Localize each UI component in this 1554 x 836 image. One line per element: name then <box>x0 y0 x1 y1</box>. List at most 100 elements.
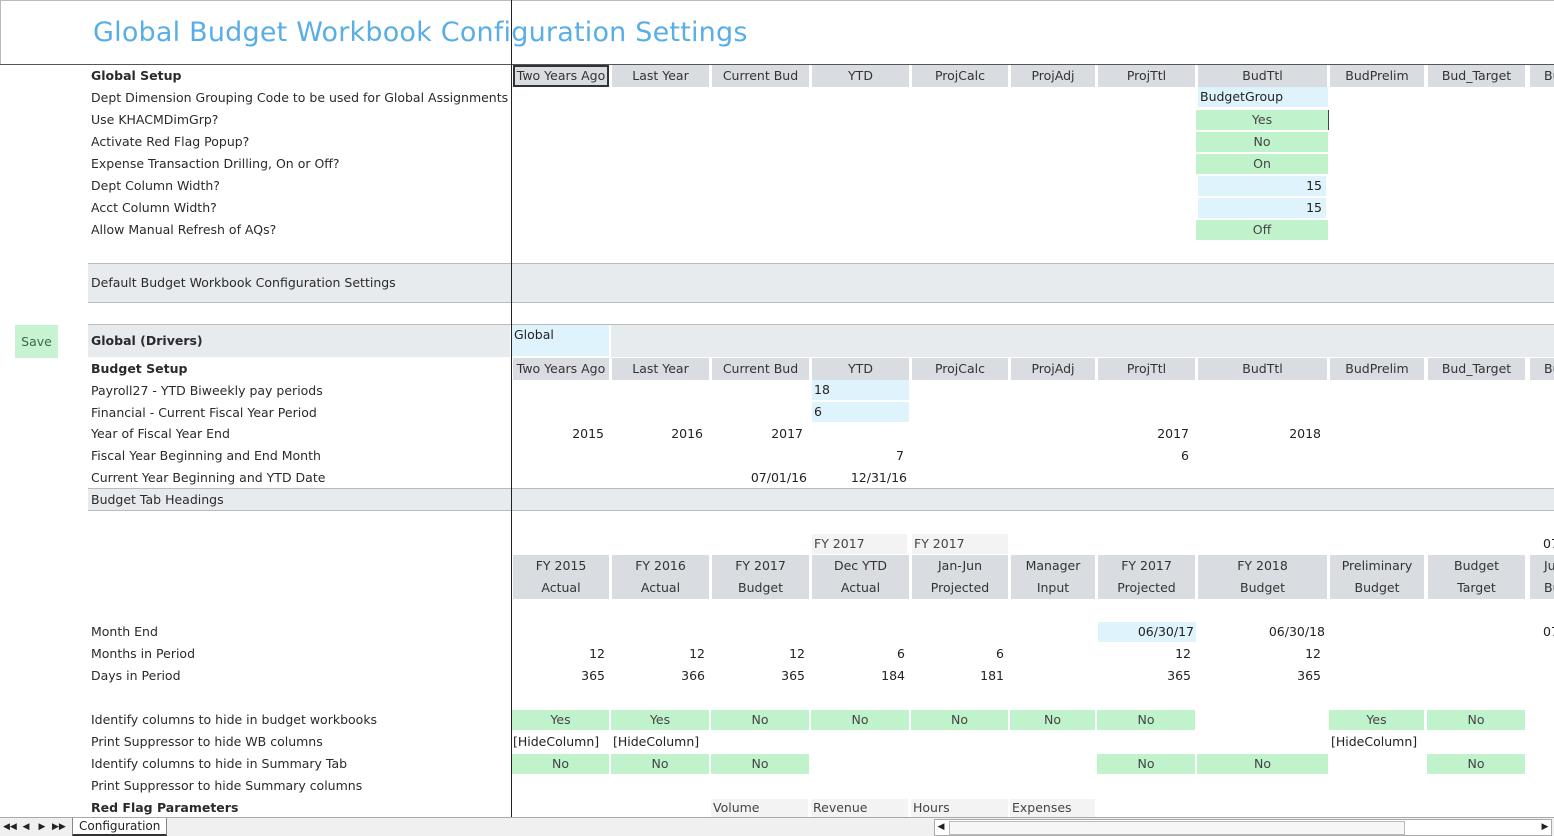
year-end-projttl: 2017 <box>1157 426 1189 441</box>
year-end-two-years-ago: 2015 <box>572 426 604 441</box>
dept-col-width-cell[interactable]: 15 <box>1198 176 1326 196</box>
col-header-budget-two-years-ago[interactable]: Two Years Ago <box>513 358 609 380</box>
hide-budget-projcalc[interactable]: No <box>911 710 1008 730</box>
begin-end-projttl: 6 <box>1181 448 1189 463</box>
col-header-last-year[interactable]: Last Year <box>612 65 709 87</box>
hide-budget-last-year[interactable]: Yes <box>611 710 709 730</box>
label-print-summary: Print Suppressor to hide Summary columns <box>91 778 363 793</box>
col-header-budttl[interactable]: BudTtl <box>1198 65 1327 87</box>
payroll27-ytd-cell[interactable]: 18 <box>812 380 909 400</box>
col-header-budget-last-year[interactable]: Last Year <box>612 358 709 380</box>
label-ytd-date: Current Year Beginning and YTD Date <box>91 470 326 485</box>
month-end-projttl[interactable]: 06/30/17 <box>1098 622 1196 642</box>
label-hide-budget: Identify columns to hide in budget workb… <box>91 712 378 727</box>
col-header-current-bud[interactable]: Current Bud <box>712 65 809 87</box>
col-header-budget-bu[interactable]: Bu <box>1530 358 1554 380</box>
left-border <box>0 0 1 64</box>
hide-budget-two-years-ago[interactable]: Yes <box>512 710 609 730</box>
col-header-projadj[interactable]: ProjAdj <box>1011 65 1095 87</box>
hide-budget-current-bud[interactable]: No <box>711 710 809 730</box>
col-header-bud-target[interactable]: Bud_Target <box>1428 65 1525 87</box>
red-flag-volume: Volume <box>711 799 808 817</box>
col-header-projcalc[interactable]: ProjCalc <box>912 65 1008 87</box>
budget-setup-heading: Budget Setup <box>91 361 188 376</box>
page-title: Global Budget Workbook Configuration Set… <box>93 17 748 48</box>
first-sheet-icon[interactable]: ◀◀ <box>3 820 17 834</box>
col-header-projttl[interactable]: ProjTtl <box>1098 65 1195 87</box>
label-fiscal-year-end: Year of Fiscal Year End <box>91 426 230 441</box>
months-in-period-last-year: 12 <box>689 646 705 661</box>
label-payroll27: Payroll27 - YTD Biweekly pay periods <box>91 383 323 398</box>
col-header-ytd[interactable]: YTD <box>812 65 909 87</box>
col-header-budget-ytd[interactable]: YTD <box>812 358 909 380</box>
hide-budget-ytd[interactable]: No <box>811 710 909 730</box>
tab-headings-band <box>88 489 1554 511</box>
days-in-period-two-years-ago: 365 <box>581 668 605 683</box>
col-header-bu[interactable]: Bu <box>1530 65 1554 87</box>
print-wb-last-year: [HideColumn] <box>613 734 700 749</box>
manual-refresh-cell[interactable]: Off <box>1196 220 1328 240</box>
col-header-budget-projadj[interactable]: ProjAdj <box>1011 358 1095 380</box>
expense-drilling-cell[interactable]: On <box>1196 154 1328 174</box>
use-khacmdimgrp-cell[interactable]: Yes <box>1196 110 1329 130</box>
scroll-left-icon[interactable]: ◀ <box>935 820 947 835</box>
hide-summary-current-bud[interactable]: No <box>711 754 809 774</box>
print-wb-budprelim: [HideColumn] <box>1331 734 1418 749</box>
default-settings-label: Default Budget Workbook Configuration Se… <box>91 275 396 290</box>
hide-budget-projttl[interactable]: No <box>1097 710 1195 730</box>
budgetgroup-cell[interactable]: BudgetGroup <box>1198 87 1328 107</box>
next-sheet-icon[interactable]: ▶ <box>36 820 48 834</box>
horizontal-scrollbar[interactable]: ◀ ▶ <box>934 819 1552 836</box>
top-border <box>0 0 1554 1</box>
scroll-right-icon[interactable]: ▶ <box>1539 820 1551 835</box>
hide-budget-budprelim[interactable]: Yes <box>1329 710 1424 730</box>
label-month-end: Month End <box>91 624 158 639</box>
tab-heading-budttl-line2: Budget <box>1198 577 1327 599</box>
scroll-thumb[interactable] <box>949 821 1405 835</box>
red-flag-hours: Hours <box>911 799 1008 817</box>
red-flag-revenue: Revenue <box>811 799 908 817</box>
tab-heading-ytd-line1: Dec YTD <box>812 555 909 577</box>
months-in-period-ytd: 6 <box>897 646 905 661</box>
col-header-two-years-ago[interactable]: Two Years Ago <box>513 65 609 87</box>
hide-budget-projadj[interactable]: No <box>1010 710 1095 730</box>
col-header-budget-current-bud[interactable]: Current Bud <box>712 358 809 380</box>
financial-period-ytd-cell[interactable]: 6 <box>812 402 909 422</box>
band-bottom-line <box>88 302 1554 303</box>
days-in-period-last-year: 366 <box>681 668 705 683</box>
col-header-budget-bud-target[interactable]: Bud_Target <box>1428 358 1525 380</box>
col-header-budget-budprelim[interactable]: BudPrelim <box>1330 358 1424 380</box>
hide-summary-bud-target[interactable]: No <box>1427 754 1525 774</box>
prev-sheet-icon[interactable]: ◀ <box>20 820 32 834</box>
col-header-budget-projttl[interactable]: ProjTtl <box>1098 358 1195 380</box>
band-top-line <box>88 263 1554 264</box>
months-in-period-projcalc: 6 <box>996 646 1004 661</box>
hide-budget-bud-target[interactable]: No <box>1427 710 1525 730</box>
acct-col-width-cell[interactable]: 15 <box>1198 198 1326 218</box>
month-end-budttl: 06/30/18 <box>1268 624 1325 639</box>
col-header-budprelim[interactable]: BudPrelim <box>1330 65 1424 87</box>
col-header-budget-budttl[interactable]: BudTtl <box>1198 358 1327 380</box>
tab-heading-bud-target-line2: Target <box>1428 577 1525 599</box>
save-button[interactable]: Save <box>15 325 58 358</box>
days-in-period-projcalc: 181 <box>980 668 1004 683</box>
hide-summary-two-years-ago[interactable]: No <box>512 754 609 774</box>
label-acct-col-width: Acct Column Width? <box>91 200 217 215</box>
red-flag-popup-cell[interactable]: No <box>1196 132 1328 152</box>
tab-heading-projttl-line2: Projected <box>1098 577 1195 599</box>
global-drivers-cell[interactable]: Global <box>512 325 609 356</box>
sheet-tab-configuration[interactable]: Configuration <box>72 818 168 836</box>
tab-headings-top-line <box>88 488 1554 489</box>
hide-summary-budttl[interactable]: No <box>1197 754 1328 774</box>
tab-heading-projcalc-line2: Projected <box>912 577 1008 599</box>
hide-summary-projttl[interactable]: No <box>1097 754 1195 774</box>
year-end-budttl: 2018 <box>1289 426 1321 441</box>
hide-summary-last-year[interactable]: No <box>611 754 709 774</box>
col-header-budget-projcalc[interactable]: ProjCalc <box>912 358 1008 380</box>
tab-heading-projadj-line2: Input <box>1011 577 1095 599</box>
tab-heading-budprelim-line1: Preliminary <box>1330 555 1424 577</box>
tab-heading-two-years-ago-line1: FY 2015 <box>513 555 609 577</box>
month-end-bu: 07 <box>1543 624 1554 639</box>
last-sheet-icon[interactable]: ▶▶ <box>52 820 66 834</box>
tab-heading-current-bud-line2: Budget <box>712 577 809 599</box>
